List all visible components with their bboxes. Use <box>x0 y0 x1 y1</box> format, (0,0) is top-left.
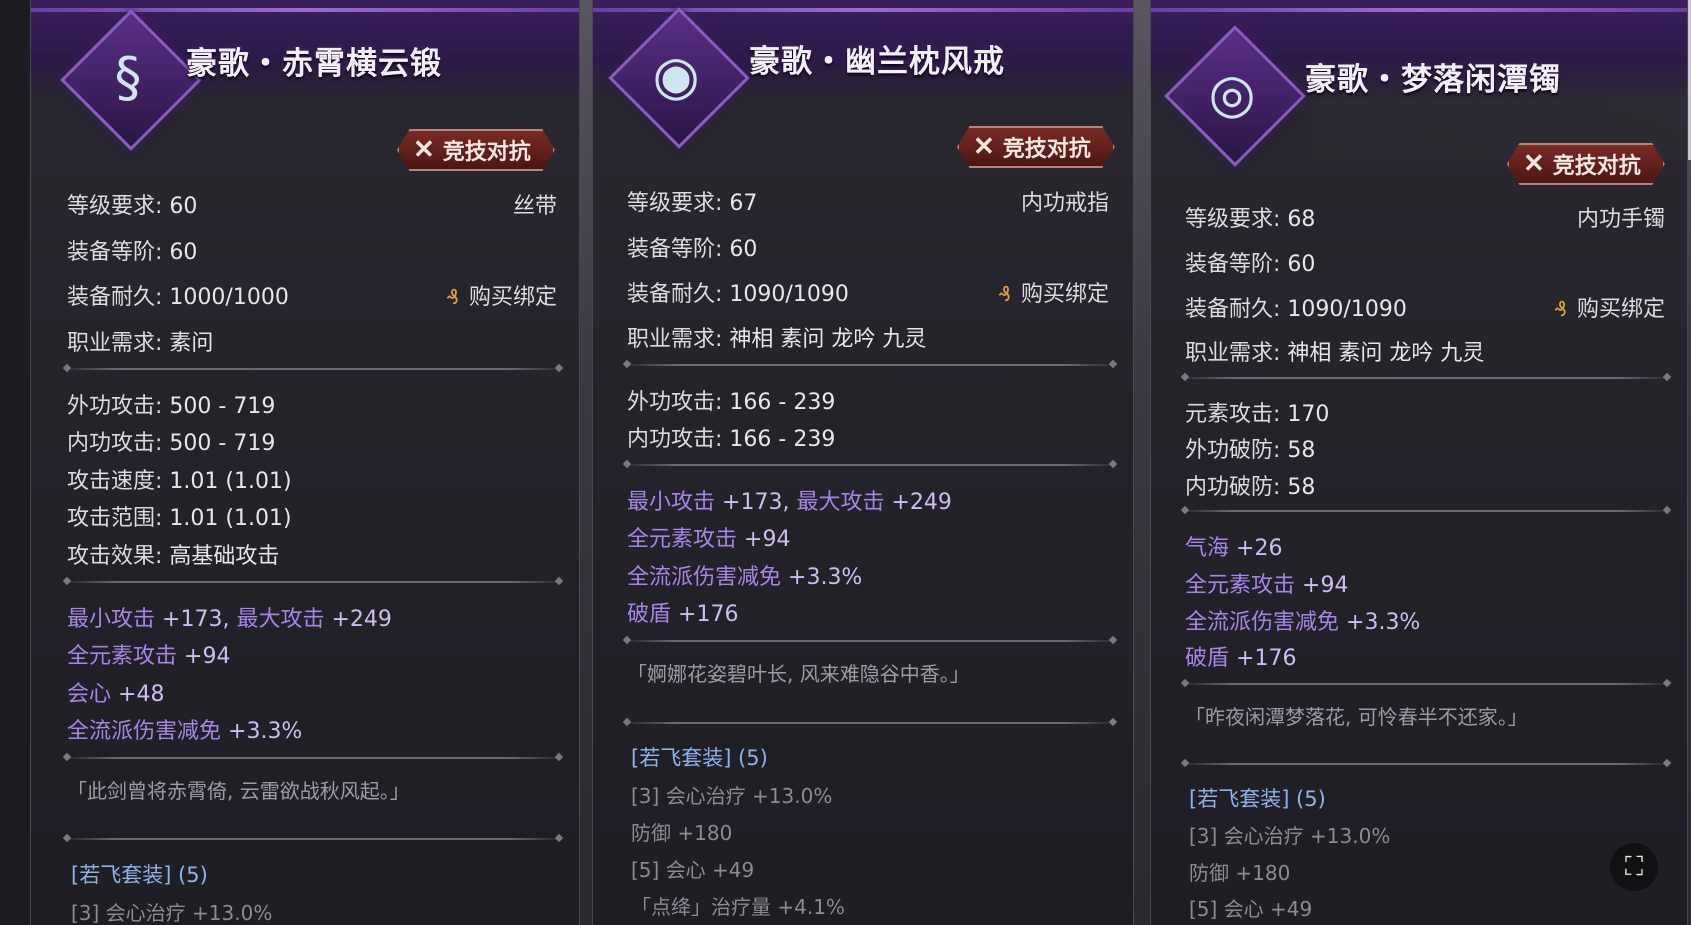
bonus-stat: 全元素攻击 +94 <box>1185 573 1349 598</box>
flavor-quote: 「昨夜闲潭梦落花, 可怜春半不还家。」 <box>1185 705 1528 729</box>
set-title: [若飞套装] (5) <box>1189 787 1326 811</box>
pvp-badge: ✕ 竞技对抗 <box>1507 143 1665 185</box>
crossed-swords-icon: ✕ <box>973 132 995 162</box>
set-bonus: [3] 会心治疗 +13.0% <box>1189 824 1391 848</box>
flavor-quote: 「此剑曾将赤霄倚, 云雷欲战秋风起。」 <box>67 779 410 803</box>
lock-chain-icon: ₰ <box>1554 297 1567 321</box>
ring-icon[interactable]: ◉ <box>629 28 723 122</box>
crossed-swords-icon: ✕ <box>1523 149 1545 179</box>
class-requirement: 职业需求: 素问 <box>67 331 214 356</box>
fullscreen-button[interactable]: ⛶ <box>1610 843 1658 891</box>
item-title: 豪歌・幽兰枕风戒 <box>749 44 1005 80</box>
divider <box>627 464 1113 466</box>
durability: 装备耐久: 1090/1090 <box>1185 297 1407 322</box>
divider <box>67 368 559 370</box>
divider <box>67 581 559 583</box>
item-type: 内功手镯 <box>1576 207 1665 232</box>
bonus-stat: 全流派伤害减免 +3.3% <box>627 565 863 590</box>
divider <box>627 722 1113 724</box>
pvp-badge: ✕ 竞技对抗 <box>957 126 1115 168</box>
set-bonus: 「点绛」治疗量 +4.1% <box>631 895 845 919</box>
item-type: 内功戒指 <box>1020 191 1109 216</box>
base-stat: 外功攻击: 166 - 239 <box>627 390 836 415</box>
base-stat: 元素攻击: 170 <box>1185 402 1330 427</box>
set-title: [若飞套装] (5) <box>631 746 768 770</box>
bind-status: ₰ 购买绑定 <box>446 285 557 310</box>
bind-status: ₰ 购买绑定 <box>1554 297 1665 322</box>
durability: 装备耐久: 1000/1000 <box>67 285 289 310</box>
set-bonus: [5] 会心 +49 <box>1189 897 1313 921</box>
ribbon-icon[interactable]: § <box>81 30 175 124</box>
bonus-stat: 全流派伤害减免 +3.3% <box>67 719 303 744</box>
flavor-quote: 「婀娜花姿碧叶长, 风来难隐谷中香。」 <box>627 662 970 686</box>
set-bonus: [5] 会心 +49 <box>631 858 755 882</box>
class-requirement: 职业需求: 神相 素问 龙吟 九灵 <box>627 327 927 352</box>
level-requirement: 等级要求: 60 <box>67 194 198 219</box>
bonus-stat: 破盾 +176 <box>627 602 739 627</box>
class-requirement: 职业需求: 神相 素问 龙吟 九灵 <box>1185 341 1485 366</box>
item-tooltip-bracelet: ◎ 豪歌・梦落闲潭镯 ✕ 竞技对抗 等级要求: 68 内功手镯 装备等阶: 60… <box>1150 0 1688 925</box>
base-stat: 内功攻击: 500 - 719 <box>67 431 276 456</box>
item-type: 丝带 <box>512 194 557 219</box>
set-bonus: [3] 会心治疗 +13.0% <box>71 901 273 925</box>
divider <box>1185 510 1667 512</box>
divider <box>627 364 1113 366</box>
bracelet-icon[interactable]: ◎ <box>1185 46 1279 140</box>
divider <box>1185 683 1667 685</box>
divider <box>627 640 1113 642</box>
bind-status: ₰ 购买绑定 <box>998 282 1109 307</box>
item-title: 豪歌・赤霄横云锻 <box>186 46 442 82</box>
divider <box>1185 377 1667 379</box>
lock-chain-icon: ₰ <box>998 282 1011 306</box>
equipment-tier: 装备等阶: 60 <box>67 240 198 265</box>
set-title: [若飞套装] (5) <box>71 863 208 887</box>
bonus-stat: 全流派伤害减免 +3.3% <box>1185 610 1421 635</box>
pvp-badge: ✕ 竞技对抗 <box>397 129 555 171</box>
base-stat: 攻击效果: 高基础攻击 <box>67 544 280 569</box>
item-tooltip-ribbon: § 豪歌・赤霄横云锻 ✕ 竞技对抗 等级要求: 60 丝带 装备等阶: 60 装… <box>30 0 580 925</box>
durability: 装备耐久: 1090/1090 <box>627 282 849 307</box>
item-title: 豪歌・梦落闲潭镯 <box>1305 62 1561 98</box>
base-stat: 外功破防: 58 <box>1185 438 1316 463</box>
background-edge <box>0 0 30 925</box>
item-tooltip-ring: ◉ 豪歌・幽兰枕风戒 ✕ 竞技对抗 等级要求: 67 内功戒指 装备等阶: 60… <box>592 0 1134 925</box>
base-stat: 内功攻击: 166 - 239 <box>627 427 836 452</box>
base-stat: 攻击速度: 1.01 (1.01) <box>67 469 292 494</box>
divider <box>1185 763 1667 765</box>
base-stat: 攻击范围: 1.01 (1.01) <box>67 506 292 531</box>
equipment-tier: 装备等阶: 60 <box>1185 252 1316 277</box>
bonus-stat: 会心 +48 <box>67 682 165 707</box>
divider <box>67 757 559 759</box>
bonus-stat: 气海 +26 <box>1185 536 1283 561</box>
bonus-stat: 破盾 +176 <box>1185 646 1297 671</box>
level-requirement: 等级要求: 67 <box>627 191 758 216</box>
divider <box>67 838 559 840</box>
bonus-stat: 全元素攻击 +94 <box>67 644 231 669</box>
base-stat: 外功攻击: 500 - 719 <box>67 394 276 419</box>
crossed-swords-icon: ✕ <box>413 135 435 165</box>
set-bonus: 防御 +180 <box>1189 861 1291 885</box>
equipment-tier: 装备等阶: 60 <box>627 237 758 262</box>
base-stat: 内功破防: 58 <box>1185 475 1316 500</box>
bonus-stat: 全元素攻击 +94 <box>627 527 791 552</box>
bonus-stat: 最小攻击 +173, 最大攻击 +249 <box>627 490 952 515</box>
level-requirement: 等级要求: 68 <box>1185 207 1316 232</box>
fullscreen-icon: ⛶ <box>1624 851 1644 882</box>
lock-chain-icon: ₰ <box>446 285 459 309</box>
set-bonus: 防御 +180 <box>631 821 733 845</box>
bonus-stat: 最小攻击 +173, 最大攻击 +249 <box>67 607 392 632</box>
set-bonus: [3] 会心治疗 +13.0% <box>631 784 833 808</box>
